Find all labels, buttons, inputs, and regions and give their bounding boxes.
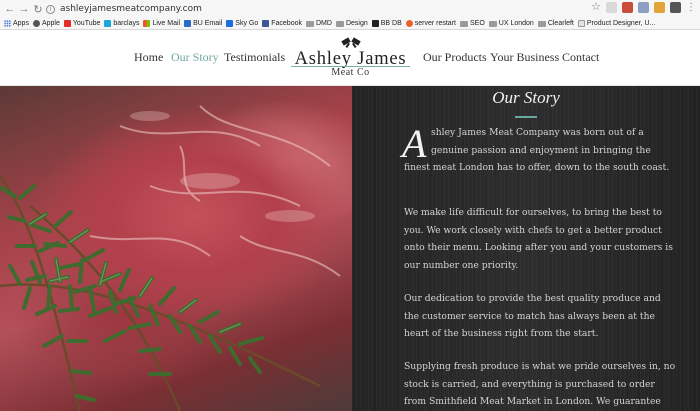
extension-icon[interactable] (622, 2, 633, 13)
story-paragraph-1: shley James Meat Company was born out of… (404, 127, 670, 174)
nav-testimonials[interactable]: Testimonials (224, 50, 285, 65)
bookmark-live-mail[interactable]: Live Mail (143, 20, 180, 27)
sky-icon (226, 20, 234, 27)
buffer-icon[interactable] (670, 2, 681, 13)
apple-icon (32, 20, 40, 27)
bookmark-product-designer[interactable]: Product Designer, U... (577, 20, 655, 27)
bu-icon (184, 20, 192, 27)
bookmarks-bar: Apps Apple YouTube barclays Live Mail BU… (0, 18, 700, 30)
folder-icon (459, 20, 468, 27)
reload-icon[interactable]: ↻ (31, 2, 45, 16)
menu-icon[interactable]: ⋮ (686, 2, 696, 13)
bookmark-dmd[interactable]: DMD (305, 20, 332, 27)
bookmark-sky-go[interactable]: Sky Go (226, 20, 258, 27)
rosemary-illustration (0, 105, 341, 411)
bookmark-facebook[interactable]: Facebook (262, 20, 302, 27)
title-underline (515, 116, 537, 118)
nav-home[interactable]: Home (134, 50, 163, 65)
bookmark-bb-db[interactable]: BB DB (371, 20, 402, 27)
steak-rosemary-image (0, 86, 352, 411)
bookmark-server-restart[interactable]: server restart (405, 20, 456, 27)
youtube-icon (63, 20, 71, 27)
our-story-panel: Our Story A shley James Meat Company was… (352, 86, 700, 411)
forward-arrow-icon[interactable]: → (17, 2, 31, 16)
bb-icon (371, 20, 379, 27)
browser-toolbar: ← → ↻ i ashleyjamesmeatcompany.com ☆ ⋮ (0, 0, 700, 18)
back-arrow-icon[interactable]: ← (3, 2, 17, 16)
extension-icon[interactable] (606, 2, 617, 13)
extension-icon[interactable] (638, 2, 649, 13)
windows-icon (143, 20, 151, 27)
story-paragraph-2: We make life difficult for ourselves, to… (404, 207, 673, 271)
site-header: Home Our Story Testimonials Ashley James… (0, 31, 700, 86)
address-bar[interactable]: i ashleyjamesmeatcompany.com (46, 2, 566, 16)
nav-your-business[interactable]: Your Business (490, 50, 559, 65)
extension-buttons: ☆ ⋮ (591, 2, 696, 13)
apps-grid-icon (4, 20, 11, 27)
server-icon (405, 20, 413, 27)
page-icon (577, 20, 585, 27)
bookmark-seo[interactable]: SEO (459, 20, 485, 27)
bookmark-apple[interactable]: Apple (32, 20, 60, 27)
nav-our-story[interactable]: Our Story (171, 50, 219, 65)
folder-icon (335, 20, 344, 27)
bookmark-ux-london[interactable]: UX London (488, 20, 534, 27)
url-text[interactable]: ashleyjamesmeatcompany.com (60, 4, 202, 14)
folder-icon (537, 20, 546, 27)
bookmark-apps[interactable]: Apps (4, 20, 29, 27)
barclays-icon (104, 20, 112, 27)
section-title: Our Story (492, 88, 560, 107)
extension-icon[interactable] (654, 2, 665, 13)
logo-subtitle: Meat Co (331, 67, 370, 78)
site-logo[interactable]: Ashley James Meat Co (287, 36, 414, 81)
info-icon[interactable]: i (46, 4, 55, 14)
bookmark-clearleft[interactable]: Clearleft (537, 20, 574, 27)
bookmark-design[interactable]: Design (335, 20, 368, 27)
nav-our-products[interactable]: Our Products (423, 50, 487, 65)
story-paragraph-4: Supplying fresh produce is what we pride… (404, 361, 676, 408)
folder-icon (305, 20, 314, 27)
cleaver-icon (341, 37, 361, 48)
bookmark-star-icon[interactable]: ☆ (591, 2, 601, 13)
story-paragraph-3: Our dedication to provide the best quali… (404, 293, 661, 340)
facebook-icon (262, 20, 270, 27)
folder-icon (488, 20, 497, 27)
nav-contact[interactable]: Contact (562, 50, 599, 65)
bookmark-barclays[interactable]: barclays (104, 20, 139, 27)
bookmark-bu-email[interactable]: BU Email (184, 20, 222, 27)
bookmark-youtube[interactable]: YouTube (63, 20, 100, 27)
